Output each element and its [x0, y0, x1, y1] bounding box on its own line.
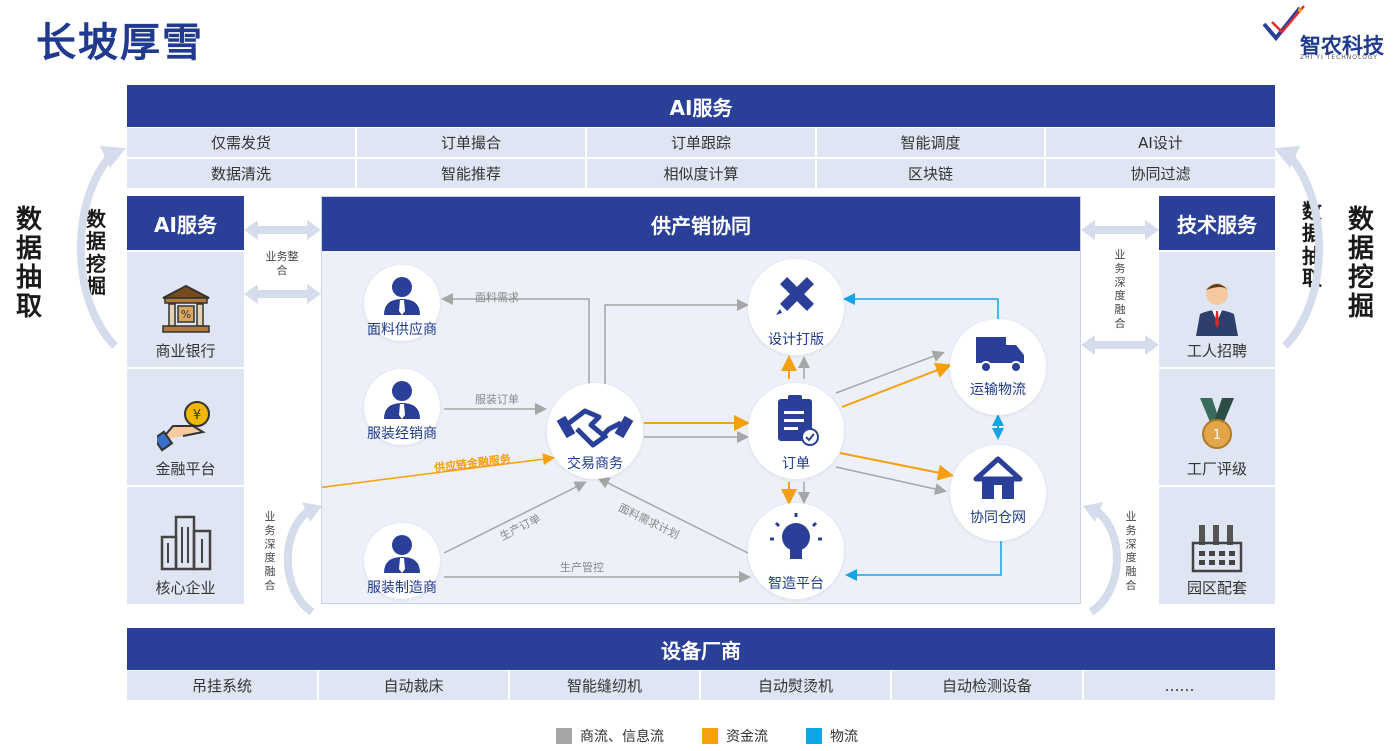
legend-item: 商流、信息流	[556, 726, 664, 746]
node-label: 交易商务	[567, 456, 623, 472]
company-logo: 智农科技 ZHI YI TECHNOLOGY	[1256, 2, 1384, 62]
edge-label-fabric-demand: 面料需求	[475, 291, 519, 304]
node-label: 服装制造商	[367, 580, 437, 596]
bottom-band-row: 吊挂系统 自动裁床 智能缝纫机 自动熨烫机 自动检测设备 ……	[127, 671, 1275, 700]
equipment-cell: 自动裁床	[319, 671, 510, 700]
legend-label: 资金流	[726, 729, 768, 745]
truck-icon	[976, 337, 1024, 373]
left-panel-item-finance: ¥ 金融平台	[127, 367, 244, 485]
node-order: 订单	[748, 383, 844, 479]
left-panel-item-label: 核心企业	[155, 579, 216, 597]
ai-service-cell: 智能调度	[817, 128, 1046, 157]
worker-icon	[1196, 283, 1238, 336]
node-label: 设计打版	[768, 332, 824, 348]
left-panel-title: AI服务	[127, 196, 244, 250]
ai-service-cell: 智能推荐	[357, 159, 587, 188]
node-apparel-maker: 服装制造商	[364, 523, 440, 599]
top-band-title: AI服务	[127, 85, 1275, 127]
ai-service-cell: AI设计	[1046, 128, 1275, 157]
right-panel-item-label: 工人招聘	[1186, 342, 1247, 360]
left-cycle-arc-icon	[76, 146, 126, 349]
left-panel-item-label: 金融平台	[155, 460, 216, 478]
right-panel-item-label: 园区配套	[1186, 579, 1247, 597]
legend-label: 物流	[830, 729, 858, 745]
svg-text:%: %	[180, 308, 190, 321]
top-band-row: 数据清洗 智能推荐 相似度计算 区块链 协同过滤	[127, 157, 1275, 188]
label-right-deep-integration-top: 业务深度融合	[1114, 248, 1126, 330]
right-panel-item-recruit: 工人招聘	[1159, 250, 1275, 367]
equipment-cell: 智能缝纫机	[510, 671, 701, 700]
right-cycle-arc-icon	[1274, 146, 1324, 349]
left-panel: AI服务 % 商业银行 ¥ 金融平台 核心企业	[127, 196, 244, 604]
edge-label-apparel-order: 服装订单	[475, 393, 519, 406]
logo-subtext: ZHI YI TECHNOLOGY	[1300, 54, 1378, 61]
right-lower-curve-arrow-icon	[1083, 502, 1121, 616]
right-panel-item-park: 园区配套	[1159, 485, 1275, 604]
legend-item: 物流	[806, 726, 858, 746]
node-label: 面料供应商	[367, 322, 437, 338]
left-panel-item-label: 商业银行	[155, 342, 216, 360]
ai-service-cell: 协同过滤	[1046, 159, 1275, 188]
right-panel-item-rating: 1 工厂评级	[1159, 367, 1275, 485]
buildings-icon	[160, 515, 211, 571]
equipment-cell: 自动检测设备	[892, 671, 1084, 700]
center-panel: 供产销协同 面料需求 服装订单 供应链金融服务 生产订单 面料需求计划 生产管控…	[321, 196, 1081, 604]
node-label: 服装经销商	[367, 426, 437, 442]
right-panel-title: 技术服务	[1159, 196, 1275, 250]
top-band-grid: 仅需发货 订单撮合 订单跟踪 智能调度 AI设计 数据清洗 智能推荐 相似度计算…	[127, 128, 1275, 188]
legend-swatch-gray	[556, 728, 572, 744]
svg-text:¥: ¥	[192, 408, 200, 423]
node-warehouse: 协同仓网	[950, 445, 1046, 541]
node-trade-commerce: 交易商务	[547, 383, 643, 479]
bank-icon: %	[161, 284, 210, 333]
svg-text:1: 1	[1213, 428, 1221, 443]
legend: 商流、信息流 资金流 物流	[556, 726, 896, 746]
equipment-cell: 自动熨烫机	[701, 671, 892, 700]
node-apparel-dealer: 服装经销商	[364, 369, 440, 445]
edge-label-production-control: 生产管控	[560, 561, 604, 574]
label-business-integration: 业务整合	[265, 250, 299, 277]
bottom-band-title: 设备厂商	[127, 628, 1275, 670]
left-panel-item-bank: % 商业银行	[127, 250, 244, 367]
right-outer-text-data-mining: 数据挖掘	[1347, 205, 1374, 323]
coin-hand-icon: ¥	[156, 401, 210, 452]
left-lower-curve-arrow-icon	[283, 502, 322, 616]
legend-item: 资金流	[702, 726, 768, 746]
node-smart-platform: 智造平台	[748, 503, 844, 599]
label-left-deep-integration: 业务深度融合	[264, 510, 276, 592]
legend-swatch-blue	[806, 728, 822, 744]
ai-service-cell: 区块链	[817, 159, 1046, 188]
ai-service-cell: 订单撮合	[357, 128, 587, 157]
node-label: 协同仓网	[970, 510, 1026, 526]
right-panel: 技术服务 工人招聘 1 工厂评级 园区配套	[1159, 196, 1275, 604]
node-fabric-supplier: 面料供应商	[364, 265, 440, 341]
top-band-row: 仅需发货 订单撮合 订单跟踪 智能调度 AI设计	[127, 128, 1275, 157]
legend-label: 商流、信息流	[580, 729, 664, 745]
node-label: 智造平台	[768, 576, 824, 592]
node-transport: 运输物流	[950, 319, 1046, 415]
medal-icon: 1	[1200, 398, 1234, 449]
ai-service-cell: 仅需发货	[127, 128, 357, 157]
left-outer-text-data-extract: 数据抽取	[15, 205, 42, 323]
legend-swatch-orange	[702, 728, 718, 744]
label-right-deep-integration-bottom: 业务深度融合	[1125, 510, 1137, 592]
factory-icon	[1191, 525, 1243, 573]
ai-service-cell: 数据清洗	[127, 159, 357, 188]
right-panel-item-label: 工厂评级	[1186, 460, 1247, 478]
left-panel-item-core-enterprise: 核心企业	[127, 485, 244, 604]
node-design: 设计打版	[748, 259, 844, 355]
ai-service-cell: 相似度计算	[587, 159, 817, 188]
node-label: 运输物流	[970, 382, 1026, 398]
ai-service-cell: 订单跟踪	[587, 128, 817, 157]
page-title: 长坡厚雪	[36, 20, 204, 66]
equipment-cell: 吊挂系统	[127, 671, 319, 700]
node-label: 订单	[782, 456, 810, 472]
equipment-cell: ……	[1084, 671, 1275, 700]
